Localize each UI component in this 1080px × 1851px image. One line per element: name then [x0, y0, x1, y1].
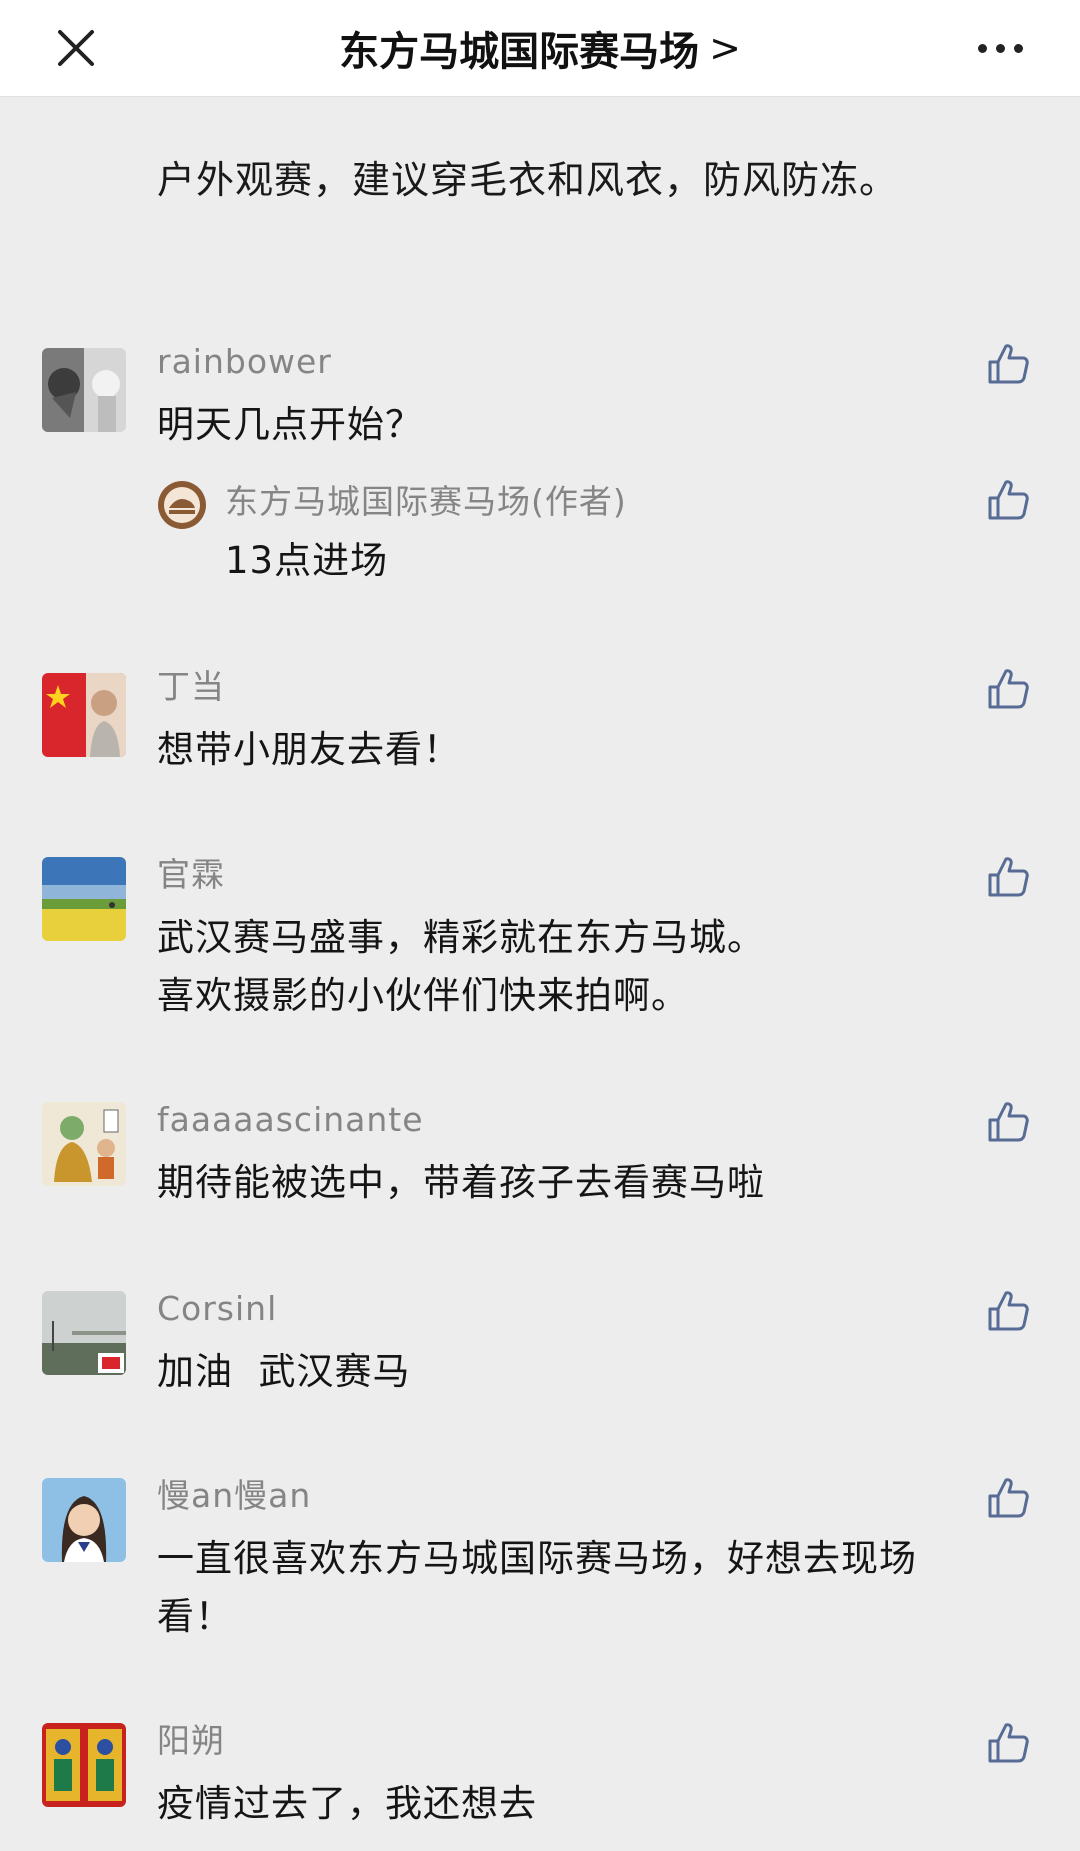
comment-username: 官霖 [157, 855, 225, 894]
account-title-link[interactable] [320, 10, 780, 86]
avatar[interactable] [42, 1291, 126, 1375]
comment-username: 丁当 [157, 667, 225, 706]
reply-username: 东方马城国际赛马场(作者) [225, 482, 627, 521]
thumbs-up-icon [988, 344, 1029, 384]
like-button[interactable] [984, 1098, 1032, 1146]
reply-text: 13点进场 [225, 539, 389, 582]
like-button[interactable] [984, 1474, 1032, 1522]
comment-username: faaaaascinante [157, 1100, 424, 1139]
like-button[interactable] [984, 1287, 1032, 1335]
comment-text: 期待能被选中，带着孩子去看赛马啦 [157, 1161, 765, 1204]
comment-text: 加油 武汉赛马 [157, 1350, 411, 1393]
close-button[interactable] [44, 16, 108, 80]
avatar[interactable] [42, 1478, 126, 1562]
comment-username: 慢an慢an [157, 1476, 312, 1515]
top-bar: 东方马城国际赛马场 > [0, 0, 1080, 97]
like-button[interactable] [984, 853, 1032, 901]
thumbs-up-icon [988, 480, 1029, 520]
comment-username: 阳朔 [157, 1721, 225, 1760]
avatar[interactable] [42, 1102, 126, 1186]
comment-text: 明天几点开始？ [157, 403, 423, 446]
close-icon [58, 30, 94, 66]
comment-text: 武汉赛马盛事，精彩就在东方马城。 喜欢摄影的小伙伴们快来拍啊。 [157, 916, 765, 1017]
like-button[interactable] [984, 340, 1032, 388]
comment-text: 想带小朋友去看！ [157, 728, 461, 771]
comment-text: 一直很喜欢东方马城国际赛马场，好想去现场 看！ [157, 1537, 917, 1638]
article-notice-text: 户外观赛，建议穿毛衣和风衣，防风防冻。 [157, 158, 899, 202]
avatar[interactable] [42, 673, 126, 757]
thumbs-up-icon [988, 1291, 1029, 1331]
thumbs-up-icon [988, 1102, 1029, 1142]
author-avatar[interactable] [157, 480, 207, 530]
avatar[interactable] [42, 1723, 126, 1807]
thumbs-up-icon [988, 1723, 1029, 1763]
comment-username: Corsinl [157, 1289, 278, 1328]
like-button[interactable] [984, 476, 1032, 524]
avatar[interactable] [42, 857, 126, 941]
thumbs-up-icon [988, 669, 1029, 709]
avatar[interactable] [42, 348, 126, 432]
more-button[interactable] [960, 16, 1040, 80]
thumbs-up-icon [988, 1478, 1029, 1518]
comment-username: rainbower [157, 342, 332, 381]
like-button[interactable] [984, 1719, 1032, 1767]
comment-text: 疫情过去了，我还想去 [157, 1782, 537, 1825]
thumbs-up-icon [988, 857, 1029, 897]
more-icon [977, 43, 1023, 53]
like-button[interactable] [984, 665, 1032, 713]
